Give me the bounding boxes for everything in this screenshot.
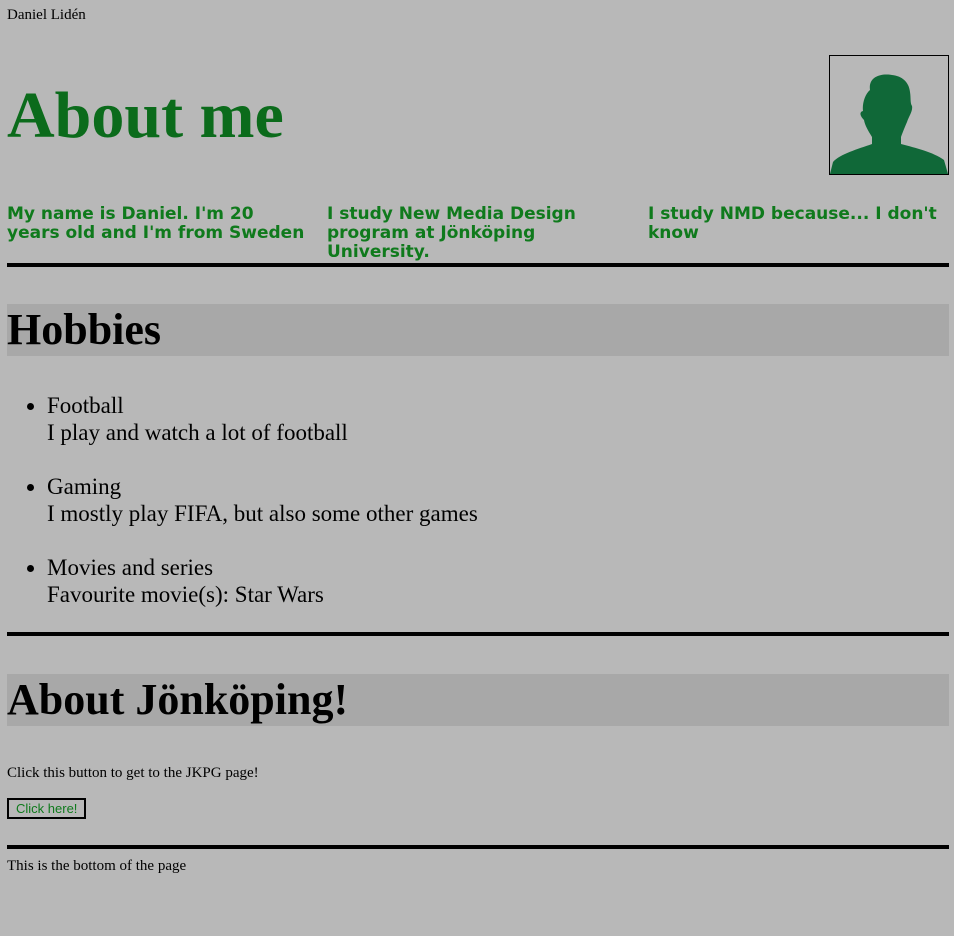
intro-study-reason: I study NMD because... I don't know: [648, 204, 937, 243]
hobbies-list: Football I play and watch a lot of footb…: [0, 392, 478, 608]
hobby-name: Movies and series: [47, 555, 214, 580]
list-item: Gaming I mostly play FIFA, but also some…: [47, 473, 478, 527]
avatar: [829, 55, 949, 175]
jkpg-instruction: Click this button to get to the JKPG pag…: [7, 765, 259, 781]
hobby-detail: I mostly play FIFA, but also some other …: [47, 501, 478, 526]
author-name: Daniel Lidén: [7, 7, 86, 23]
hobby-name: Gaming: [47, 474, 122, 499]
intro-study-program: I study New Media Design program at Jönk…: [327, 204, 576, 262]
person-silhouette-icon: [830, 74, 948, 174]
page-title: About me: [7, 79, 284, 152]
divider: [7, 263, 949, 267]
list-item: Football I play and watch a lot of footb…: [47, 392, 478, 446]
intro-name-age: My name is Daniel. I'm 20 years old and …: [7, 204, 305, 243]
divider: [7, 845, 949, 849]
footer-text: This is the bottom of the page: [7, 858, 187, 874]
hobby-detail: I play and watch a lot of football: [47, 420, 348, 445]
list-item: Movies and series Favourite movie(s): St…: [47, 554, 478, 608]
hobbies-heading: Hobbies: [7, 304, 949, 356]
jkpg-link-button[interactable]: Click here!: [7, 798, 87, 819]
jonkoping-heading: About Jönköping!: [7, 674, 949, 726]
hobby-name: Football: [47, 393, 124, 418]
hobby-detail: Favourite movie(s): Star Wars: [47, 582, 324, 607]
divider: [7, 632, 949, 636]
